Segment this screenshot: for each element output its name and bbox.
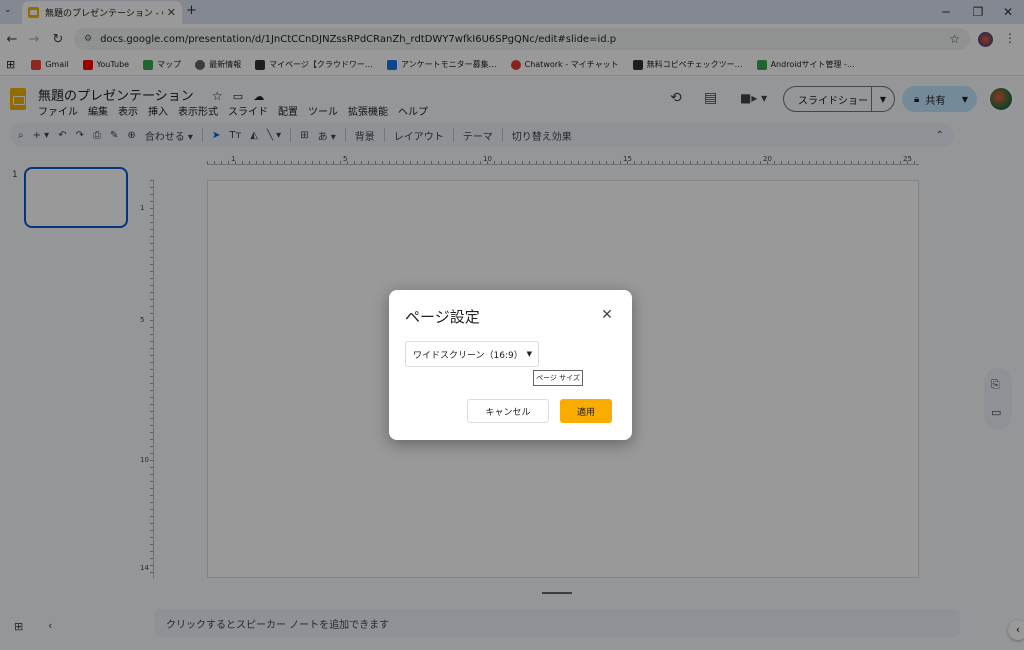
dialog-title: ページ設定: [405, 308, 480, 326]
close-icon[interactable]: ✕: [599, 307, 615, 323]
page-setup-dialog: ページ設定 ✕ ワイドスクリーン（16:9） ▼ ページ サイズ キャンセル 適…: [389, 290, 632, 440]
chevron-down-icon: ▼: [526, 350, 532, 358]
page-size-tooltip: ページ サイズ: [533, 370, 583, 386]
cancel-button[interactable]: キャンセル: [467, 399, 549, 423]
page-size-value: ワイドスクリーン（16:9）: [413, 350, 523, 361]
apply-button[interactable]: 適用: [560, 399, 612, 423]
page-size-select[interactable]: ワイドスクリーン（16:9） ▼: [405, 341, 539, 367]
